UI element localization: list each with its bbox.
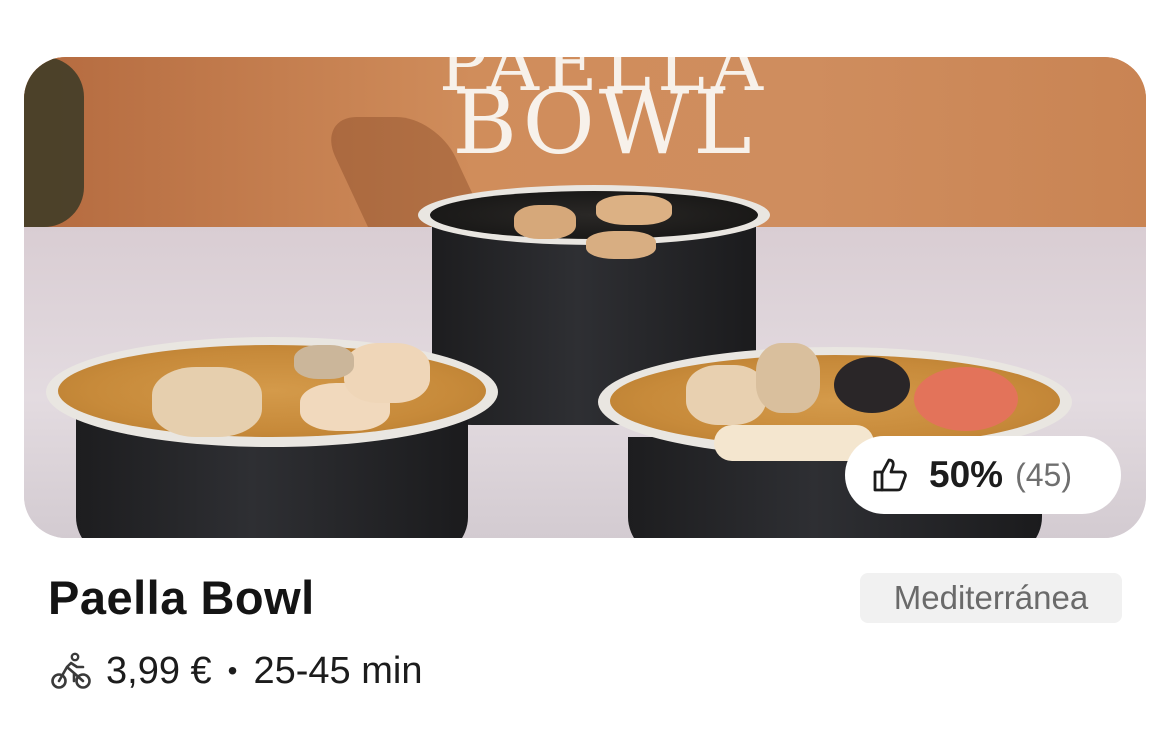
hero-shadow (24, 57, 84, 227)
category-tag: Mediterránea (860, 573, 1122, 623)
restaurant-hero-image[interactable]: PAELLA BOWL 50% (45) (24, 57, 1146, 538)
meta-separator: • (227, 655, 238, 686)
rating-badge: 50% (45) (845, 436, 1121, 514)
delivery-time: 25-45 min (253, 649, 423, 692)
thumbs-up-icon (873, 458, 907, 492)
bowl-chicken-paella (46, 337, 498, 538)
bike-icon (51, 652, 91, 689)
delivery-info: 3,99 € • 25-45 min (50, 646, 422, 696)
rating-percent: 50% (929, 454, 1004, 495)
hero-banner-text: BOWL (452, 71, 756, 174)
delivery-fee: 3,99 € (106, 649, 212, 692)
rating-count: (45) (1015, 456, 1072, 493)
restaurant-card[interactable]: PAELLA BOWL 50% (45) Paella Bowl Mediter… (0, 0, 1170, 734)
restaurant-name: Paella Bowl (48, 571, 315, 624)
